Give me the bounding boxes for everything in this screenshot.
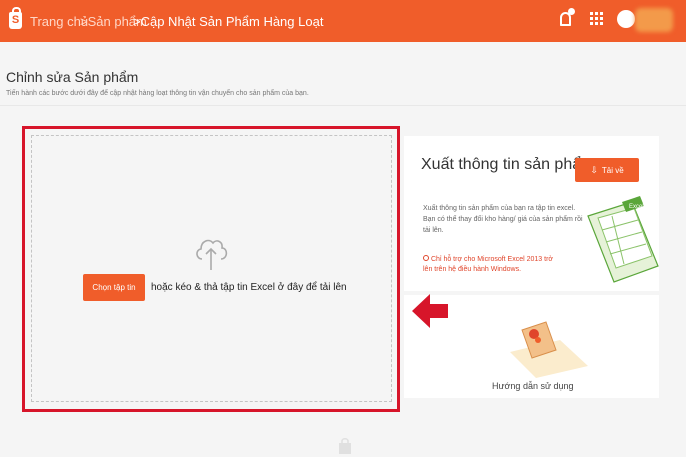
breadcrumb-current: >Cập Nhật Sản Phẩm Hàng Loạt xyxy=(133,14,324,29)
export-title: Xuất thông tin sản phẩm xyxy=(421,156,595,173)
download-button[interactable]: ⇩ Tải về xyxy=(575,158,639,182)
choose-file-button[interactable]: Chọn tập tin xyxy=(83,274,145,301)
blurred-username xyxy=(635,8,673,32)
warning-icon xyxy=(423,255,429,261)
user-avatar-icon[interactable] xyxy=(617,10,635,28)
excel-sheet-icon: Excel xyxy=(587,196,659,283)
cloud-upload-icon xyxy=(196,239,228,270)
pointing-arrow-icon xyxy=(412,294,448,328)
shopee-logo-icon[interactable]: S xyxy=(9,7,22,29)
logo-glyph: S xyxy=(11,14,20,26)
excel-support-note: Chỉ hỗ trợ cho Microsoft Excel 2013 trở … xyxy=(423,255,563,275)
notification-badge xyxy=(568,8,575,15)
drop-instruction: hoặc kéo & thả tập tin Excel ở đây để tả… xyxy=(151,282,347,293)
download-icon: ⇩ xyxy=(590,164,598,175)
page-description: Tiến hành các bước dưới đây để cập nhật … xyxy=(6,90,309,97)
guide-book-icon xyxy=(510,321,588,378)
export-description: Xuất thông tin sản phẩm của bạn ra tập t… xyxy=(423,205,583,234)
shopping-bag-icon xyxy=(339,438,351,454)
download-label: Tải về xyxy=(601,165,624,175)
user-guide-label[interactable]: Hướng dẫn sử dụng xyxy=(492,381,574,391)
page-title: Chỉnh sửa Sản phẩm xyxy=(6,69,139,85)
excel-art-label: Excel xyxy=(629,204,644,210)
apps-grid-icon[interactable] xyxy=(590,12,603,25)
support-note-text: Chỉ hỗ trợ cho Microsoft Excel 2013 trở … xyxy=(423,256,554,273)
divider xyxy=(0,105,686,106)
